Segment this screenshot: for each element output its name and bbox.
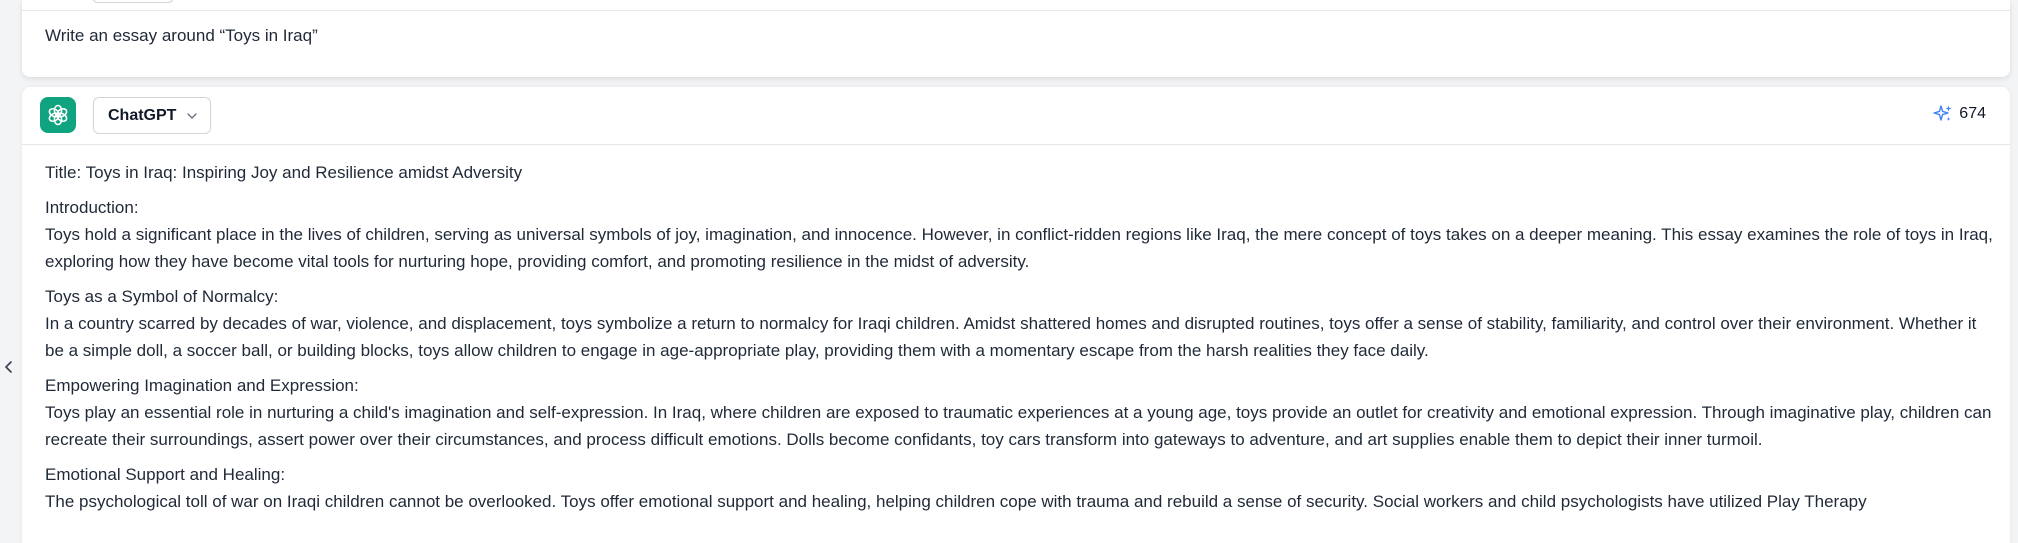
chevron-left-icon <box>5 361 12 373</box>
prompt-top-strip <box>22 0 2010 11</box>
response-body: Title: Toys in Iraq: Inspiring Joy and R… <box>45 159 1995 523</box>
token-count: 674 <box>1933 104 1986 124</box>
section-heading: Introduction: <box>45 198 139 217</box>
prompt-text: Write an essay around “Toys in Iraq” <box>45 26 318 45</box>
response-card: ChatGPT 674 Title: Toys in Iraq: Inspiri… <box>22 87 2010 543</box>
essay-title-paragraph: Title: Toys in Iraq: Inspiring Joy and R… <box>45 159 1995 186</box>
page: Write an essay around “Toys in Iraq” Cha <box>0 0 2018 543</box>
section-heading: Emotional Support and Healing: <box>45 465 286 484</box>
chatgpt-logo-icon <box>40 97 76 133</box>
sparkle-icon <box>1933 105 1952 121</box>
sidebar-toggle-button[interactable] <box>0 354 18 380</box>
model-select-button[interactable]: ChatGPT <box>93 97 211 134</box>
prompt-card: Write an essay around “Toys in Iraq” <box>22 0 2010 77</box>
essay-section: Emotional Support and Healing: The psych… <box>45 461 1995 515</box>
section-heading: Empowering Imagination and Expression: <box>45 376 359 395</box>
section-body: The psychological toll of war on Iraqi c… <box>45 492 1867 511</box>
chevron-down-icon <box>187 113 197 119</box>
prompt-top-button-stub[interactable] <box>92 0 174 3</box>
section-body: Toys play an essential role in nurturing… <box>45 403 1992 449</box>
section-heading: Toys as a Symbol of Normalcy: <box>45 287 279 306</box>
essay-section: Empowering Imagination and Expression: T… <box>45 372 1995 453</box>
essay-section: Toys as a Symbol of Normalcy: In a count… <box>45 283 1995 364</box>
essay-title: Title: Toys in Iraq: Inspiring Joy and R… <box>45 163 523 182</box>
response-header: ChatGPT 674 <box>22 87 2010 145</box>
token-count-value: 674 <box>1959 105 1986 122</box>
model-select-label: ChatGPT <box>108 106 177 124</box>
section-body: In a country scarred by decades of war, … <box>45 314 1977 360</box>
essay-section: Introduction: Toys hold a significant pl… <box>45 194 1995 275</box>
section-body: Toys hold a significant place in the liv… <box>45 225 1993 271</box>
